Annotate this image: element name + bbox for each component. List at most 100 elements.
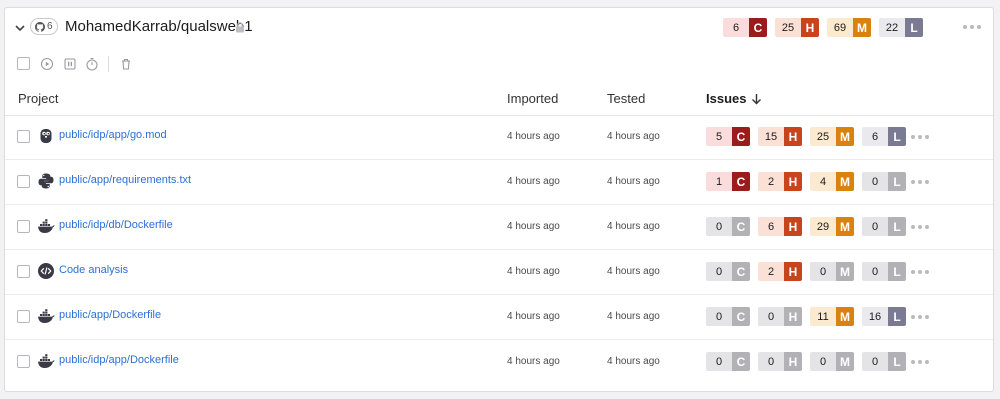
project-high-issues[interactable]: 0H — [758, 352, 802, 371]
issue-count: 5 — [706, 127, 732, 146]
row-more-menu-button[interactable] — [911, 270, 929, 274]
table-row: Code analysis 4 hours ago 4 hours ago 0 C 2 H 0… — [5, 250, 993, 295]
severity-letter-badge: L — [888, 217, 906, 236]
severity-letter-badge: C — [732, 262, 750, 281]
project-critical-issues[interactable]: 0C — [706, 262, 750, 281]
project-list: public/idp/app/go.mod 4 hours ago 4 hours … — [5, 115, 993, 385]
table-row: public/idp/app/Dockerfile 4 hours ago 4 ho… — [5, 340, 993, 385]
docker-icon — [37, 307, 55, 325]
row-checkbox[interactable] — [17, 265, 30, 278]
project-low-issues[interactable]: 6L — [862, 127, 906, 146]
timer-icon[interactable] — [85, 57, 99, 71]
repo-critical-issues[interactable]: 6C — [723, 18, 767, 37]
imported-time: 4 hours ago — [507, 131, 560, 142]
python-icon — [37, 172, 55, 190]
project-critical-issues[interactable]: 1C — [706, 172, 750, 191]
project-high-issues[interactable]: 2H — [758, 262, 802, 281]
row-checkbox[interactable] — [17, 310, 30, 323]
repo-medium-issues[interactable]: 69 M — [827, 18, 871, 37]
project-high-issues[interactable]: 0H — [758, 307, 802, 326]
docker-icon — [37, 352, 55, 370]
row-more-menu-button[interactable] — [911, 180, 929, 184]
gopher-icon — [37, 127, 55, 145]
repository-issue-summary: 6 C 25 H 69 M 22 L — [723, 18, 931, 37]
project-critical-issues[interactable]: 0C — [706, 307, 750, 326]
project-medium-issues[interactable]: 25 M — [810, 127, 854, 146]
column-tested[interactable]: Tested — [607, 91, 645, 106]
row-checkbox[interactable] — [17, 175, 30, 188]
table-row: public/app/Dockerfile 4 hours ago 4 hours … — [5, 295, 993, 340]
column-issues-label: Issues — [706, 91, 747, 106]
issue-count: 0 — [810, 262, 836, 281]
project-link[interactable]: public/idp/app/Dockerfile — [59, 354, 179, 366]
issue-count: 0 — [810, 352, 836, 371]
project-link[interactable]: public/app/Dockerfile — [59, 309, 161, 321]
row-more-menu-button[interactable] — [911, 225, 929, 229]
severity-letter-badge: L — [888, 127, 906, 146]
column-issues[interactable]: Issues — [706, 91, 762, 106]
play-icon[interactable] — [40, 57, 54, 71]
issue-count: 0 — [862, 262, 888, 281]
project-low-issues[interactable]: 0L — [862, 217, 906, 236]
severity-letter-badge: M — [836, 127, 854, 146]
project-low-issues[interactable]: 16 L — [862, 307, 906, 326]
issue-count: 2 — [758, 172, 784, 191]
table-row: public/idp/db/Dockerfile 4 hours ago 4 hou… — [5, 205, 993, 250]
repo-low-issues[interactable]: 22 L — [879, 18, 923, 37]
issue-count: 16 — [862, 307, 888, 326]
column-imported[interactable]: Imported — [507, 91, 558, 106]
issue-count: 29 — [810, 217, 836, 236]
chevron-down-icon[interactable] — [13, 21, 27, 35]
project-high-issues[interactable]: 6H — [758, 217, 802, 236]
project-medium-issues[interactable]: 0M — [810, 262, 854, 281]
severity-letter-badge: C — [732, 127, 750, 146]
select-all-checkbox[interactable] — [17, 57, 30, 70]
severity-letter-badge: H — [801, 18, 819, 37]
project-low-issues[interactable]: 0L — [862, 262, 906, 281]
project-link[interactable]: public/idp/db/Dockerfile — [59, 219, 173, 231]
project-medium-issues[interactable]: 11 M — [810, 307, 854, 326]
repository-name[interactable]: MohamedKarrab/qualsweb1 — [65, 18, 253, 35]
severity-letter-badge: H — [784, 217, 802, 236]
row-checkbox[interactable] — [17, 130, 30, 143]
project-low-issues[interactable]: 0L — [862, 352, 906, 371]
project-critical-issues[interactable]: 5C — [706, 127, 750, 146]
column-project[interactable]: Project — [18, 91, 58, 106]
severity-letter-badge: L — [888, 262, 906, 281]
project-critical-issues[interactable]: 0C — [706, 217, 750, 236]
row-more-menu-button[interactable] — [911, 360, 929, 364]
project-high-issues[interactable]: 15 H — [758, 127, 802, 146]
row-checkbox[interactable] — [17, 355, 30, 368]
issue-count: 6 — [862, 127, 888, 146]
repo-high-issues[interactable]: 25 H — [775, 18, 819, 37]
project-medium-issues[interactable]: 4M — [810, 172, 854, 191]
project-issue-summary: 1C 2H 4M 0L — [706, 172, 914, 191]
row-more-menu-button[interactable] — [911, 315, 929, 319]
severity-letter-badge: L — [888, 172, 906, 191]
trash-icon[interactable] — [119, 57, 133, 71]
project-low-issues[interactable]: 0L — [862, 172, 906, 191]
severity-letter-badge: L — [888, 352, 906, 371]
severity-letter-badge: C — [732, 307, 750, 326]
issue-count: 0 — [706, 217, 732, 236]
github-icon — [35, 21, 45, 32]
issue-count: 6 — [758, 217, 784, 236]
project-critical-issues[interactable]: 0C — [706, 352, 750, 371]
table-row: public/app/requirements.txt 4 hours ago 4 … — [5, 160, 993, 205]
pause-icon[interactable] — [63, 57, 77, 71]
project-medium-issues[interactable]: 29 M — [810, 217, 854, 236]
row-more-menu-button[interactable] — [911, 135, 929, 139]
row-checkbox[interactable] — [17, 220, 30, 233]
severity-letter-badge: H — [784, 127, 802, 146]
imported-time: 4 hours ago — [507, 356, 560, 367]
docker-icon — [37, 217, 55, 235]
project-high-issues[interactable]: 2H — [758, 172, 802, 191]
project-link[interactable]: public/app/requirements.txt — [59, 174, 191, 186]
issue-count: 69 — [827, 18, 853, 37]
repository-more-menu-button[interactable] — [963, 25, 981, 29]
severity-letter-badge: M — [853, 18, 871, 37]
project-link[interactable]: public/idp/app/go.mod — [59, 129, 167, 141]
project-link[interactable]: Code analysis — [59, 264, 128, 276]
project-medium-issues[interactable]: 0M — [810, 352, 854, 371]
issue-count: 0 — [862, 352, 888, 371]
